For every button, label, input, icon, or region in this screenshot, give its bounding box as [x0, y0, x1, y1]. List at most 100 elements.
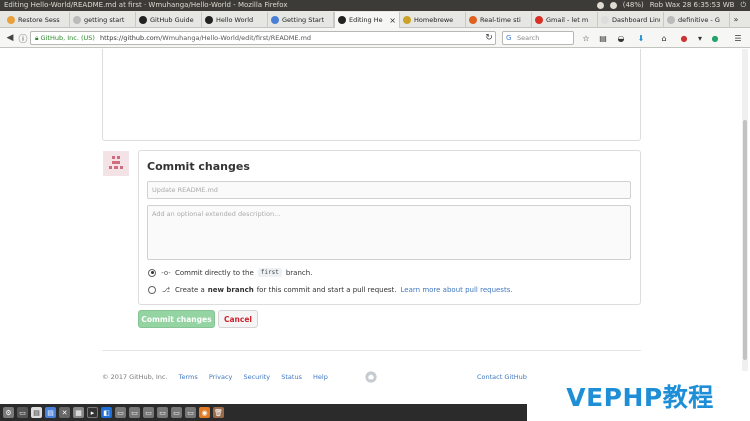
- tab-favicon-icon: [7, 16, 15, 24]
- footer-link-terms[interactable]: Terms: [179, 373, 198, 381]
- tab-favicon-icon: [469, 16, 477, 24]
- footer-link-security[interactable]: Security: [243, 373, 270, 381]
- system-tray: (48%) Rob Wax 28 6:35:53 WB ⏻: [596, 0, 746, 11]
- learn-more-link[interactable]: Learn more about pull requests.: [401, 286, 513, 294]
- tab-label: Getting Start: [282, 16, 325, 24]
- footer-link-status[interactable]: Status: [281, 373, 302, 381]
- url-host: https://github.com: [99, 34, 161, 42]
- tab-favicon-icon: [403, 16, 411, 24]
- description-placeholder: Add an optional extended description...: [152, 210, 281, 218]
- browser-tab[interactable]: Dashboard Linu: [598, 12, 664, 28]
- identicon-icon: [103, 151, 129, 176]
- avatar: [103, 151, 129, 176]
- search-input[interactable]: G Search: [502, 31, 574, 45]
- taskbar-firefox-icon[interactable]: ◉: [199, 407, 210, 418]
- browser-tab[interactable]: GitHub Guide: [136, 12, 202, 28]
- tab-label: Homebrewe: [414, 16, 454, 24]
- tab-close-icon[interactable]: ×: [389, 16, 396, 25]
- info-icon[interactable]: ⓘ: [16, 31, 30, 45]
- tab-favicon-icon: [535, 16, 543, 24]
- tab-favicon-icon: [73, 16, 81, 24]
- tab-label: Hello World: [216, 16, 254, 24]
- taskbar-window-5-icon[interactable]: ▭: [171, 407, 182, 418]
- browser-tab[interactable]: Gmail - let m: [532, 12, 598, 28]
- taskbar-viewer-icon[interactable]: ▦: [73, 407, 84, 418]
- network-icon[interactable]: [596, 2, 604, 9]
- taskbar-window-4-icon[interactable]: ▭: [157, 407, 168, 418]
- taskbar-files-icon[interactable]: ▤: [31, 407, 42, 418]
- browser-tab[interactable]: Homebrewe: [400, 12, 466, 28]
- browser-tab[interactable]: Real-time sti: [466, 12, 532, 28]
- file-editor-area[interactable]: [102, 49, 641, 141]
- footer-divider: [102, 350, 641, 351]
- browser-tab[interactable]: Editing He ×: [334, 12, 400, 28]
- adblock-icon[interactable]: ●: [678, 32, 690, 44]
- home-icon[interactable]: ⌂: [658, 32, 670, 44]
- tab-favicon-icon: [271, 16, 279, 24]
- browser-tab[interactable]: Hello World: [202, 12, 268, 28]
- browser-tab[interactable]: Restore Sess: [4, 12, 70, 28]
- taskbar-menu-icon[interactable]: ⚙: [3, 407, 14, 418]
- url-path: /Wmuhanga/Hello-World/edit/first/README.…: [160, 34, 312, 42]
- git-pull-request-icon: ⎇: [161, 286, 171, 294]
- grammarly-icon[interactable]: ●: [709, 32, 721, 44]
- bookmark-star-icon[interactable]: ☆: [580, 32, 592, 44]
- taskbar-desktop-icon[interactable]: ▭: [17, 407, 28, 418]
- browser-tab[interactable]: definitive - G: [664, 12, 730, 28]
- footer-copyright: © 2017 GitHub, Inc.: [102, 373, 168, 381]
- reload-icon[interactable]: ↻: [482, 31, 496, 45]
- cancel-button[interactable]: Cancel: [218, 310, 258, 328]
- commit-changes-button[interactable]: Commit changes: [138, 310, 215, 328]
- tab-label: Dashboard Linu: [612, 16, 660, 24]
- browser-tab[interactable]: getting start: [70, 12, 136, 28]
- extension-icon[interactable]: ▾: [694, 32, 706, 44]
- taskbar-window-6-icon[interactable]: ▭: [185, 407, 196, 418]
- tab-label: getting start: [84, 16, 125, 24]
- branch-name-badge: first: [257, 268, 282, 277]
- tab-favicon-icon: [205, 16, 213, 24]
- volume-icon[interactable]: [609, 2, 617, 9]
- footer-link-privacy[interactable]: Privacy: [209, 373, 233, 381]
- commit-new-branch-option[interactable]: ⎇ Create a new branch for this commit an…: [148, 286, 513, 294]
- browser-tab[interactable]: Getting Start: [268, 12, 334, 28]
- clock[interactable]: Rob Wax 28 6:35:53 WB: [650, 0, 735, 11]
- new-branch-radio[interactable]: [148, 286, 156, 294]
- summary-placeholder: Update README.md: [152, 186, 218, 194]
- os-top-panel: Editing Hello-World/README.md at first ·…: [0, 0, 750, 11]
- tab-favicon-icon: [667, 16, 675, 24]
- tab-label: definitive - G: [678, 16, 720, 24]
- footer-link-contact[interactable]: Contact GitHub: [477, 373, 527, 381]
- tab-label: Editing He: [349, 16, 383, 24]
- commit-direct-option[interactable]: -o- Commit directly to the first branch.: [148, 268, 312, 277]
- footer-link-help[interactable]: Help: [313, 373, 328, 381]
- back-button[interactable]: ◀: [3, 31, 17, 45]
- github-logo-icon[interactable]: [365, 371, 377, 383]
- taskbar-window-2-icon[interactable]: ▭: [129, 407, 140, 418]
- commit-direct-radio[interactable]: [148, 268, 156, 277]
- menu-icon[interactable]: ☰: [732, 32, 744, 44]
- battery-indicator[interactable]: (48%): [623, 0, 644, 11]
- url-bar[interactable]: 🔒︎ GitHub, Inc. (US) https://github.com/…: [30, 31, 496, 45]
- tab-favicon-icon: [601, 16, 609, 24]
- taskbar-trash-icon[interactable]: 🗑︎: [213, 407, 224, 418]
- search-icon: G: [506, 34, 512, 42]
- commit-direct-label: Commit directly to the: [175, 268, 254, 277]
- tab-overflow-icon[interactable]: »: [730, 11, 742, 27]
- taskbar-window-1-icon[interactable]: ▭: [115, 407, 126, 418]
- taskbar-terminal-icon[interactable]: ▸: [87, 407, 98, 418]
- reading-list-icon[interactable]: ▤: [597, 32, 609, 44]
- pocket-icon[interactable]: ◒: [615, 32, 627, 44]
- commit-direct-suffix: branch.: [285, 268, 313, 277]
- new-branch-suffix: for this commit and start a pull request…: [256, 286, 397, 294]
- taskbar-window-3-icon[interactable]: ▭: [143, 407, 154, 418]
- tab-favicon-icon: [338, 16, 346, 24]
- power-icon[interactable]: ⏻: [740, 0, 746, 11]
- taskbar-vscode-icon[interactable]: ◧: [101, 407, 112, 418]
- commit-description-input[interactable]: Add an optional extended description...: [147, 205, 631, 260]
- download-icon[interactable]: ⬇: [635, 32, 647, 44]
- taskbar-tools-icon[interactable]: ✕: [59, 407, 70, 418]
- scrollbar-thumb[interactable]: [743, 120, 747, 360]
- taskbar-writer-icon[interactable]: ▤: [45, 407, 56, 418]
- os-taskbar: ⚙ ▭ ▤ ▤ ✕ ▦ ▸ ◧ ▭ ▭ ▭ ▭ ▭ ▭ ◉ 🗑︎: [0, 404, 527, 421]
- commit-summary-input[interactable]: Update README.md: [147, 181, 631, 199]
